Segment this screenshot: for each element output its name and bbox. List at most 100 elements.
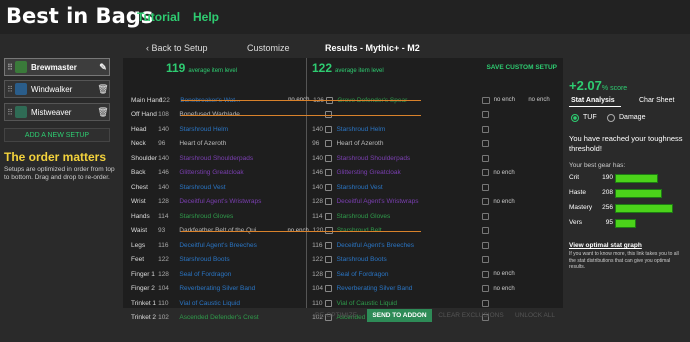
new-item-ilvl: 96 — [312, 140, 320, 148]
app-logo[interactable]: Best in Bags — [6, 4, 153, 28]
lock-icon[interactable] — [481, 96, 490, 104]
lock-icon[interactable] — [324, 140, 333, 148]
current-item-name[interactable]: Seal of Fordragon — [179, 271, 287, 278]
lock-icon[interactable] — [481, 198, 490, 206]
tab-char-sheet[interactable]: Char Sheet — [639, 97, 674, 104]
send-to-addon-button[interactable]: SEND TO ADDON — [367, 309, 432, 322]
setup-item-mistweaver[interactable]: ⠿ Mistweaver 🗑 — [4, 103, 110, 121]
new-item-name[interactable]: Glittersting Greatcloak — [336, 169, 481, 176]
lock-icon[interactable] — [324, 169, 333, 177]
gear-row: Shoulder 140 Starshroud Shoulderpads 140… — [123, 151, 563, 166]
lock-icon[interactable] — [481, 183, 490, 191]
new-item-name[interactable]: Starshroud Vest — [336, 184, 481, 191]
tab-results[interactable]: Results - Mythic+ - M2 — [325, 43, 420, 53]
replaced-item-strike — [181, 100, 421, 101]
new-item-ilvl: 116 — [312, 241, 323, 249]
stat-bar — [615, 219, 637, 228]
lock-icon[interactable] — [481, 227, 490, 235]
current-item-name[interactable]: Starshroud Vest — [179, 184, 287, 191]
lock-icon[interactable] — [481, 285, 490, 293]
lock-icon[interactable] — [324, 256, 333, 264]
clear-exclusions-button[interactable]: CLEAR EXCLUSIONS — [436, 309, 506, 322]
gear-row: Finger 2 104 Reverberating Silver Band 1… — [123, 282, 563, 297]
new-item-name[interactable]: Starshroud Shoulderpads — [336, 155, 481, 162]
unlock-all-button[interactable]: UNLOCK ALL — [511, 309, 559, 322]
lock-icon[interactable] — [481, 125, 490, 133]
trash-icon[interactable]: 🗑 — [97, 107, 109, 118]
lock-icon[interactable] — [324, 198, 333, 206]
new-item-ilvl: 140 — [312, 183, 323, 191]
trash-icon[interactable]: 🗑 — [97, 84, 109, 95]
stat-bar-track — [615, 204, 673, 213]
new-item-name[interactable]: Deceitful Agent's Breeches — [336, 242, 481, 249]
new-item-name[interactable]: Reverberating Silver Band — [336, 285, 481, 292]
new-item-name[interactable]: Starshroud Helm — [336, 126, 481, 133]
lock-icon[interactable] — [324, 154, 333, 162]
lock-icon[interactable] — [481, 212, 490, 220]
current-item-name[interactable]: Heart of Azeroth — [179, 140, 287, 147]
current-item-name[interactable]: Starshroud Boots — [179, 256, 287, 263]
setup-item-windwalker[interactable]: ⠿ Windwalker 🗑 — [4, 80, 110, 98]
nav-tutorial[interactable]: Tutorial — [137, 10, 180, 24]
drag-handle-icon[interactable]: ⠿ — [5, 85, 15, 94]
current-item-ilvl: 114 — [158, 212, 169, 220]
slot-label: Finger 2 — [131, 285, 155, 293]
nav-help[interactable]: Help — [193, 10, 219, 24]
tab-stat-analysis[interactable]: Stat Analysis — [571, 97, 615, 104]
mistweaver-spec-icon — [15, 106, 27, 118]
current-item-name[interactable]: Deceitful Agent's Wristwraps — [179, 198, 287, 205]
lock-icon[interactable] — [324, 241, 333, 249]
current-ilvl: 119 average item level — [166, 61, 237, 75]
current-item-name[interactable]: Starshroud Gloves — [179, 213, 287, 220]
lock-icon[interactable] — [324, 285, 333, 293]
lock-icon[interactable] — [324, 270, 333, 278]
radio-damage[interactable] — [607, 114, 615, 122]
new-item-name[interactable]: Vial of Caustic Liquid — [336, 300, 481, 307]
lock-icon[interactable] — [324, 183, 333, 191]
new-item-ilvl: 146 — [312, 169, 323, 177]
new-item-name[interactable]: Deceitful Agent's Wristwraps — [336, 198, 481, 205]
save-custom-setup-button[interactable]: SAVE CUSTOM SETUP — [486, 64, 557, 71]
lock-icon[interactable] — [481, 169, 490, 177]
slot-label: Trinket 1 — [131, 299, 157, 307]
new-item-name[interactable]: Starshroud Boots — [336, 256, 481, 263]
current-item-name[interactable]: Vial of Caustic Liquid — [179, 300, 287, 307]
edit-icon[interactable]: ✎ — [97, 62, 109, 73]
stat-name: Vers — [569, 219, 583, 226]
setup-item-brewmaster[interactable]: ⠿ Brewmaster ✎ — [4, 58, 110, 76]
stat-value: 208 — [602, 189, 613, 196]
reoptimize-button[interactable]: RE-OPTIMIZE — [309, 309, 363, 322]
lock-icon[interactable] — [324, 125, 333, 133]
lock-icon[interactable] — [324, 212, 333, 220]
lock-icon[interactable] — [481, 154, 490, 162]
tab-customize[interactable]: Customize — [247, 43, 290, 53]
view-stat-graph-link[interactable]: View optimal stat graph — [569, 242, 642, 249]
lock-icon[interactable] — [481, 256, 490, 264]
current-item-name[interactable]: Glittersting Greatcloak — [179, 169, 287, 176]
current-item-name[interactable]: Reverberating Silver Band — [179, 285, 287, 292]
drag-handle-icon[interactable]: ⠿ — [5, 63, 15, 72]
new-item-ilvl: 140 — [312, 125, 323, 133]
current-item-name[interactable]: Starshroud Shoulderpads — [179, 155, 287, 162]
lock-icon[interactable] — [481, 140, 490, 148]
lock-icon[interactable] — [324, 299, 333, 307]
radio-tuf[interactable] — [571, 114, 579, 122]
current-item-ilvl: 128 — [158, 198, 169, 206]
back-to-setup-link[interactable]: ‹ Back to Setup — [146, 43, 208, 53]
lock-icon[interactable] — [481, 270, 490, 278]
new-item-name[interactable]: Seal of Fordragon — [336, 271, 481, 278]
lock-icon[interactable] — [481, 241, 490, 249]
current-item-name[interactable]: Deceitful Agent's Breeches — [179, 242, 287, 249]
stat-row: Haste 208 — [569, 188, 687, 199]
gear-row: Main Hand 122 Bonebreaker's Wat... no en… — [123, 93, 563, 108]
new-ilvl: 122 average item level — [312, 61, 384, 75]
add-setup-button[interactable]: ADD A NEW SETUP — [4, 128, 110, 142]
lock-icon[interactable] — [481, 299, 490, 307]
stat-bar — [615, 174, 658, 183]
current-item-name[interactable]: Starshroud Helm — [179, 126, 287, 133]
drag-handle-icon[interactable]: ⠿ — [5, 108, 15, 117]
new-item-name[interactable]: Heart of Azeroth — [336, 140, 481, 147]
slot-label: Head — [131, 125, 147, 133]
new-item-name[interactable]: Starshroud Gloves — [336, 213, 481, 220]
lock-icon[interactable] — [481, 111, 490, 119]
